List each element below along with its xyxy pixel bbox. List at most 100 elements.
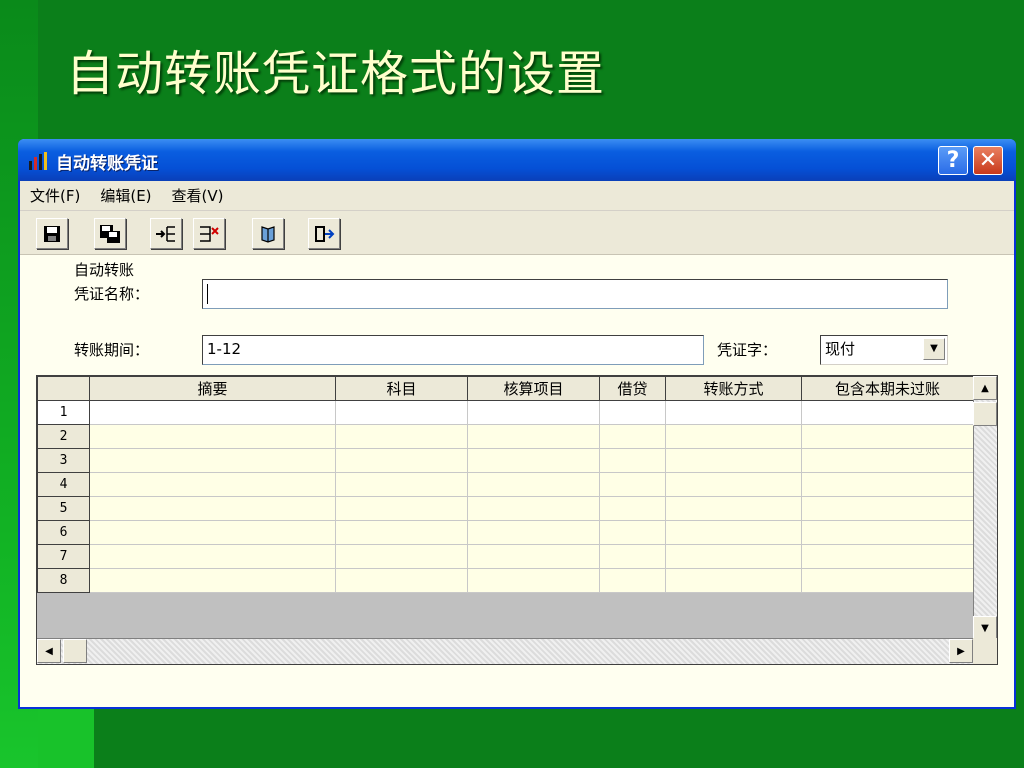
cell-item[interactable] (467, 400, 600, 425)
row-number[interactable]: 1 (37, 400, 90, 425)
scroll-down-icon[interactable]: ▼ (973, 616, 997, 640)
menu-view[interactable]: 查看(V) (172, 185, 224, 206)
period-input[interactable]: 1-12 (202, 335, 704, 365)
horizontal-scrollbar[interactable]: ◀ ▶ (37, 638, 973, 664)
cell-account[interactable] (335, 448, 468, 473)
cell-dc[interactable] (599, 568, 666, 593)
cell-unposted[interactable] (801, 448, 974, 473)
cell-account[interactable] (335, 496, 468, 521)
table-row[interactable]: 6 (37, 520, 974, 545)
voucher-type-select[interactable]: 现付 ▼ (820, 335, 948, 365)
exit-icon (315, 225, 335, 242)
cell-method[interactable] (665, 544, 802, 569)
cell-unposted[interactable] (801, 544, 974, 569)
cell-account[interactable] (335, 520, 468, 545)
cell-summary[interactable] (89, 520, 336, 545)
row-number[interactable]: 4 (37, 472, 90, 497)
hscroll-thumb[interactable] (63, 639, 87, 663)
table-row[interactable]: 3 (37, 448, 974, 473)
cell-item[interactable] (467, 472, 600, 497)
cell-item[interactable] (467, 520, 600, 545)
column-header[interactable]: 科目 (335, 376, 468, 401)
delete-row-button[interactable] (193, 218, 225, 249)
save-as-button[interactable] (94, 218, 126, 249)
cell-summary[interactable] (89, 496, 336, 521)
cell-item[interactable] (467, 496, 600, 521)
cell-item[interactable] (467, 448, 600, 473)
scrollbar-corner (973, 638, 997, 664)
cell-dc[interactable] (599, 544, 666, 569)
cell-summary[interactable] (89, 568, 336, 593)
vertical-scrollbar[interactable]: ▲ ▼ (973, 376, 997, 640)
column-header[interactable]: 转账方式 (665, 376, 802, 401)
table-row[interactable]: 8 (37, 568, 974, 593)
cell-unposted[interactable] (801, 496, 974, 521)
cell-method[interactable] (665, 448, 802, 473)
cell-summary[interactable] (89, 544, 336, 569)
cell-account[interactable] (335, 472, 468, 497)
row-number[interactable]: 6 (37, 520, 90, 545)
cell-method[interactable] (665, 424, 802, 449)
row-number[interactable]: 8 (37, 568, 90, 593)
scroll-left-icon[interactable]: ◀ (37, 639, 61, 663)
row-number[interactable]: 2 (37, 424, 90, 449)
table-row[interactable]: 1 (37, 400, 974, 425)
cell-unposted[interactable] (801, 472, 974, 497)
row-number[interactable]: 3 (37, 448, 90, 473)
menu-file[interactable]: 文件(F) (30, 185, 80, 206)
voucher-name-input[interactable] (202, 279, 948, 309)
column-header[interactable]: 借贷 (599, 376, 666, 401)
cell-dc[interactable] (599, 400, 666, 425)
table-row[interactable]: 2 (37, 424, 974, 449)
cell-summary[interactable] (89, 448, 336, 473)
cell-method[interactable] (665, 520, 802, 545)
exit-button[interactable] (308, 218, 340, 249)
cell-unposted[interactable] (801, 520, 974, 545)
cell-unposted[interactable] (801, 424, 974, 449)
cell-method[interactable] (665, 496, 802, 521)
cell-account[interactable] (335, 568, 468, 593)
column-header[interactable]: 核算项目 (467, 376, 600, 401)
cell-summary[interactable] (89, 472, 336, 497)
cell-summary[interactable] (89, 424, 336, 449)
table-row[interactable]: 5 (37, 496, 974, 521)
row-number[interactable]: 7 (37, 544, 90, 569)
table-row[interactable]: 4 (37, 472, 974, 497)
grid-corner-header (37, 376, 90, 401)
cell-summary[interactable] (89, 400, 336, 425)
cell-dc[interactable] (599, 424, 666, 449)
help-button[interactable]: ? (938, 146, 968, 175)
voucher-window: 自动转账凭证 ? ✕ 文件(F) 编辑(E) 查看(V) 自动转账 凭证名称： … (18, 139, 1016, 709)
cell-dc[interactable] (599, 520, 666, 545)
book-button[interactable] (252, 218, 284, 249)
cell-account[interactable] (335, 424, 468, 449)
cell-account[interactable] (335, 544, 468, 569)
row-number[interactable]: 5 (37, 496, 90, 521)
scroll-thumb[interactable] (973, 402, 997, 426)
window-titlebar[interactable]: 自动转账凭证 ? ✕ (18, 139, 1016, 181)
dropdown-arrow-icon[interactable]: ▼ (923, 338, 945, 360)
save-icon (44, 225, 60, 242)
cell-account[interactable] (335, 400, 468, 425)
save-button[interactable] (36, 218, 68, 249)
scroll-right-icon[interactable]: ▶ (949, 639, 973, 663)
close-button[interactable]: ✕ (973, 146, 1003, 175)
cell-method[interactable] (665, 472, 802, 497)
cell-method[interactable] (665, 568, 802, 593)
scroll-up-icon[interactable]: ▲ (973, 376, 997, 400)
cell-dc[interactable] (599, 448, 666, 473)
cell-dc[interactable] (599, 496, 666, 521)
cell-method[interactable] (665, 400, 802, 425)
cell-dc[interactable] (599, 472, 666, 497)
column-header[interactable]: 摘要 (89, 376, 336, 401)
menu-edit[interactable]: 编辑(E) (100, 185, 151, 206)
cell-unposted[interactable] (801, 568, 974, 593)
cell-item[interactable] (467, 568, 600, 593)
cell-unposted[interactable] (801, 400, 974, 425)
entry-table: 摘要 科目 核算项目 借贷 转账方式 包含本期未过账 1 2 3 4 5 6 7… (37, 376, 974, 593)
cell-item[interactable] (467, 424, 600, 449)
table-row[interactable]: 7 (37, 544, 974, 569)
insert-row-button[interactable] (150, 218, 182, 249)
column-header[interactable]: 包含本期未过账 (801, 376, 974, 401)
cell-item[interactable] (467, 544, 600, 569)
